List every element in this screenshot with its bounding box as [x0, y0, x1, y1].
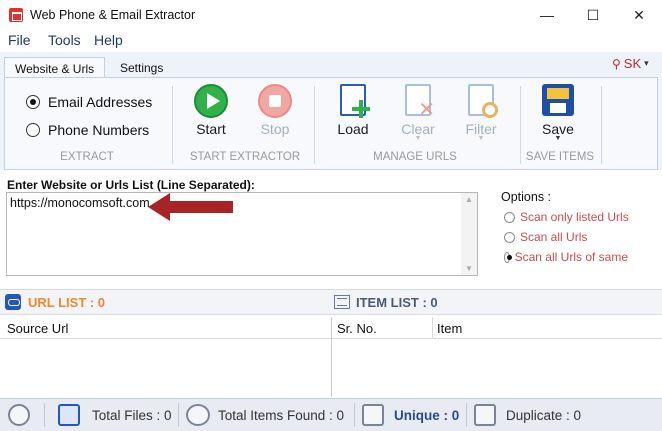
group-label-manage-urls: MANAGE URLS — [373, 151, 457, 163]
radio-indicator[interactable] — [504, 251, 512, 263]
menu-file[interactable]: File — [8, 32, 31, 48]
maximize-button[interactable]: ☐ — [570, 0, 616, 30]
group-label-extract: EXTRACT — [60, 151, 114, 163]
item-list-grid[interactable]: Sr. No. Item — [332, 317, 662, 397]
list-header-bar: URL LIST : 0 ITEM LIST : 0 — [0, 289, 662, 315]
status-divider — [44, 403, 45, 427]
unique-icon — [362, 404, 384, 426]
menu-tools[interactable]: Tools — [48, 32, 81, 48]
column-item[interactable]: Item — [437, 321, 462, 336]
title-bar: Web Phone & Email Extractor — ☐ ✕ — [0, 0, 662, 30]
option-label: Scan only listed Urls — [520, 210, 629, 224]
column-sr-no[interactable]: Sr. No. — [337, 321, 377, 336]
ribbon-divider — [314, 86, 315, 164]
item-list-header: Sr. No. Item — [332, 317, 662, 339]
stop-icon — [258, 84, 292, 118]
user-menu[interactable]: ⚲ SK ▾ — [612, 56, 649, 71]
close-button[interactable]: ✕ — [616, 0, 662, 30]
floppy-disk-icon — [542, 84, 574, 116]
url-list-title: URL LIST : 0 — [28, 295, 106, 310]
ribbon-divider — [172, 86, 173, 164]
status-unique: Unique : 0 — [394, 408, 460, 423]
group-label-save-items: SAVE ITEMS — [525, 151, 595, 163]
menu-help[interactable]: Help — [94, 32, 123, 48]
tab-settings[interactable]: Settings — [110, 57, 173, 79]
radio-phone-numbers[interactable]: Phone Numbers — [26, 122, 149, 138]
user-icon: ⚲ — [612, 56, 621, 71]
scroll-down-icon[interactable]: ▼ — [465, 264, 473, 273]
textarea-scrollbar[interactable]: ▲ ▼ — [461, 193, 477, 275]
plus-icon — [352, 100, 370, 118]
radio-label: Phone Numbers — [48, 122, 150, 138]
tab-website-urls[interactable]: Website & Urls — [4, 57, 106, 79]
at-sign-icon — [186, 404, 210, 426]
start-label: Start — [196, 121, 226, 137]
option-label: Scan all Urls — [520, 230, 588, 244]
user-label: SK — [623, 56, 642, 71]
load-file-icon — [340, 84, 370, 118]
load-label: Load — [337, 121, 369, 137]
option-label: Scan all Urls of same — [514, 250, 628, 264]
scroll-up-icon[interactable]: ▲ — [465, 195, 473, 204]
clear-button[interactable]: ✕ Clear ▼ — [395, 84, 441, 142]
radio-email-addresses[interactable]: Email Addresses — [26, 94, 152, 110]
item-list-title: ITEM LIST : 0 — [356, 295, 438, 310]
ribbon-divider — [601, 86, 602, 164]
group-label-start-extractor: START EXTRACTOR — [189, 151, 301, 163]
menu-bar: File Tools Help — [0, 30, 662, 50]
option-scan-listed-urls[interactable]: Scan only listed Urls — [504, 210, 629, 224]
filter-button[interactable]: Filter ▼ — [458, 84, 504, 142]
status-divider — [354, 403, 355, 427]
stop-button[interactable]: Stop — [252, 84, 298, 137]
status-total-files: Total Files : 0 — [92, 408, 172, 423]
url-list-header: Source Url — [0, 317, 331, 339]
url-input-textarea[interactable]: https://monocomsoft.com ▲ ▼ — [6, 192, 478, 276]
options-title: Options : — [501, 190, 552, 204]
column-source-url[interactable]: Source Url — [7, 321, 68, 336]
delete-x-icon: ✕ — [418, 99, 435, 121]
radio-indicator[interactable] — [26, 123, 40, 137]
status-duplicate: Duplicate : 0 — [506, 408, 582, 423]
window-title: Web Phone & Email Extractor — [30, 8, 196, 22]
minimize-button[interactable]: — — [524, 0, 570, 30]
app-icon — [9, 8, 23, 22]
clock-icon — [8, 404, 30, 426]
duplicate-icon — [474, 404, 496, 426]
list-icon — [334, 295, 350, 309]
stop-label: Stop — [260, 121, 290, 137]
url-list-grid[interactable]: Source Url — [0, 317, 332, 397]
ribbon-panel: Email Addresses Phone Numbers EXTRACT St… — [4, 77, 658, 170]
url-input-value: https://monocomsoft.com — [10, 196, 150, 210]
url-input-label: Enter Website or Urls List (Line Separat… — [7, 178, 255, 192]
status-total-items: Total Items Found : 0 — [218, 408, 345, 423]
ribbon-divider — [520, 86, 521, 164]
chevron-down-icon: ▾ — [644, 58, 649, 68]
radio-label: Email Addresses — [48, 94, 153, 110]
radio-indicator[interactable] — [504, 211, 515, 223]
load-button[interactable]: Load — [330, 84, 376, 137]
option-scan-all-urls[interactable]: Scan all Urls — [504, 230, 587, 244]
column-divider — [432, 317, 433, 338]
option-scan-all-urls-same[interactable]: Scan all Urls of same — [504, 250, 628, 264]
save-button[interactable]: Save ▼ — [535, 84, 581, 142]
magnifier-icon — [482, 102, 498, 118]
ribbon-tabs: Website & Urls Settings — [0, 52, 662, 79]
status-bar: Total Files : 0 Total Items Found : 0 Un… — [0, 398, 662, 431]
clear-file-icon: ✕ — [405, 84, 435, 120]
link-icon — [5, 294, 21, 310]
play-icon — [194, 84, 228, 118]
filter-file-icon — [468, 84, 498, 118]
status-divider — [178, 403, 179, 427]
radio-indicator[interactable] — [504, 231, 515, 243]
file-icon — [58, 404, 80, 426]
radio-indicator[interactable] — [26, 95, 40, 109]
status-divider — [466, 403, 467, 427]
red-arrow-icon — [148, 193, 233, 221]
start-button[interactable]: Start — [188, 84, 234, 137]
